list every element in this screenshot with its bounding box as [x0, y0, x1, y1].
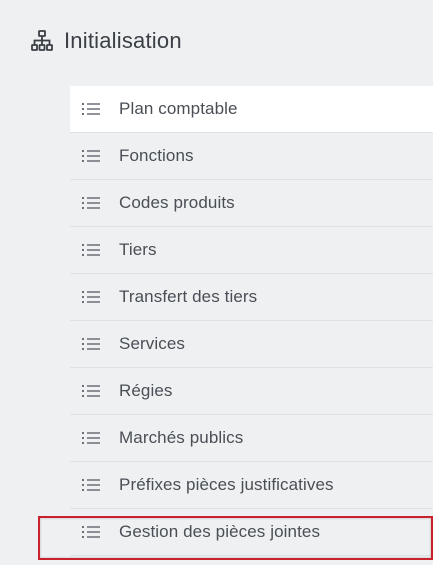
list-icon — [82, 103, 100, 115]
list-icon — [82, 291, 100, 303]
menu-item-label: Régies — [119, 381, 173, 400]
initialisation-menu: Plan comptable Fonctions Codes produits … — [70, 86, 433, 556]
menu-item-label: Marchés publics — [119, 428, 244, 447]
menu-item-transfert-des-tiers[interactable]: Transfert des tiers — [70, 274, 433, 321]
sidebar-panel: Initialisation Plan comptable Fonctions … — [0, 0, 433, 565]
section-title: Initialisation — [64, 28, 182, 53]
menu-item-label: Services — [119, 334, 185, 353]
menu-item-plan-comptable[interactable]: Plan comptable — [70, 86, 433, 133]
list-icon — [82, 244, 100, 256]
menu-item-fonctions[interactable]: Fonctions — [70, 133, 433, 180]
menu-item-regies[interactable]: Régies — [70, 368, 433, 415]
menu-item-codes-produits[interactable]: Codes produits — [70, 180, 433, 227]
menu-item-label: Plan comptable — [119, 99, 238, 118]
list-icon — [82, 150, 100, 162]
menu-item-label: Fonctions — [119, 146, 194, 165]
list-icon — [82, 432, 100, 444]
section-header-initialisation[interactable]: Initialisation — [0, 0, 433, 82]
menu-item-services[interactable]: Services — [70, 321, 433, 368]
list-icon — [82, 526, 100, 538]
list-icon — [82, 338, 100, 350]
menu-item-gestion-des-pieces-jointes[interactable]: Gestion des pièces jointes — [70, 509, 433, 556]
list-icon — [82, 385, 100, 397]
list-icon — [82, 479, 100, 491]
menu-item-marches-publics[interactable]: Marchés publics — [70, 415, 433, 462]
menu-item-label: Tiers — [119, 240, 157, 259]
menu-item-label: Gestion des pièces jointes — [119, 522, 321, 541]
menu-item-prefixes-pieces-justificatives[interactable]: Préfixes pièces justificatives — [70, 462, 433, 509]
menu-item-label: Préfixes pièces justificatives — [119, 475, 334, 494]
list-icon — [82, 197, 100, 209]
sitemap-icon — [31, 30, 53, 51]
menu-item-tiers[interactable]: Tiers — [70, 227, 433, 274]
menu-item-label: Transfert des tiers — [119, 287, 258, 306]
menu-item-label: Codes produits — [119, 193, 235, 212]
